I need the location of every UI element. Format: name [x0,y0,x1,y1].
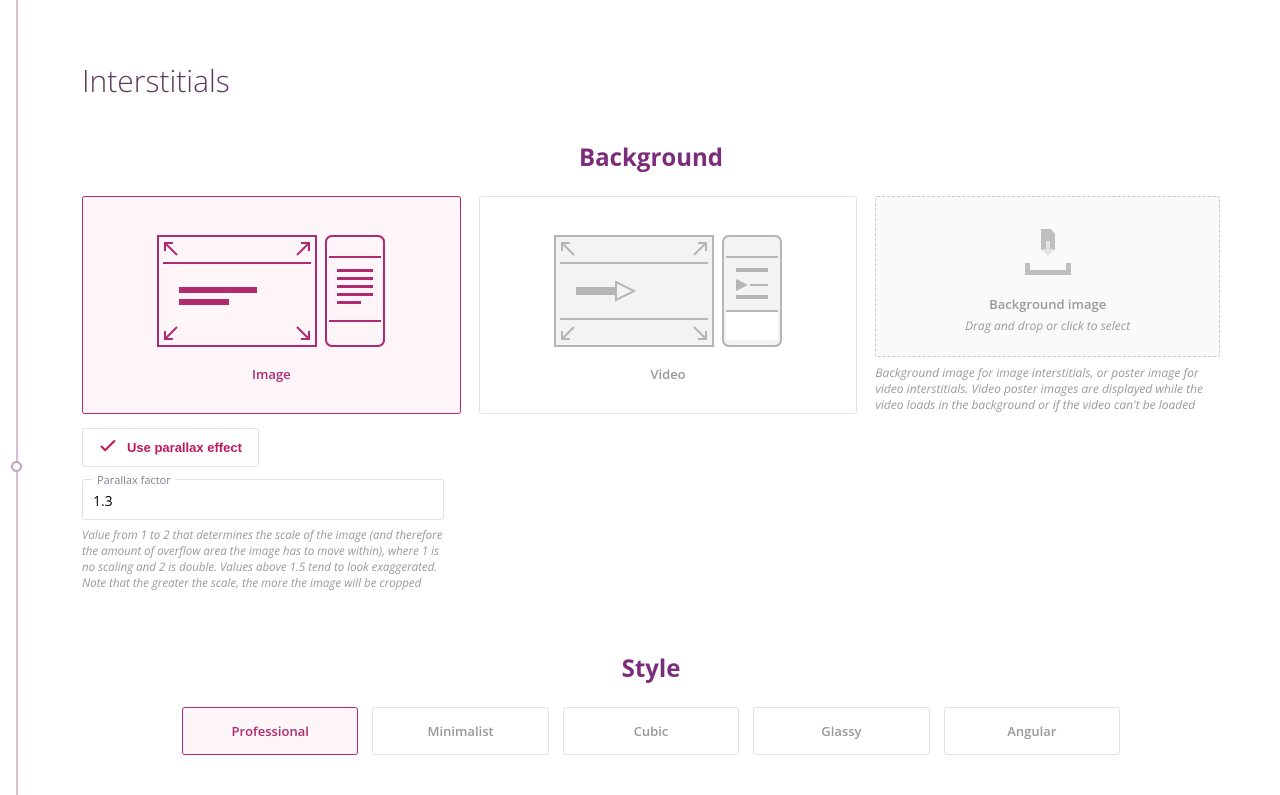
page-title: Interstitials [82,60,1220,101]
background-option-video[interactable]: Video [479,196,858,414]
check-icon [99,439,117,456]
background-option-video-label: Video [496,365,841,383]
parallax-help-text: Value from 1 to 2 that determines the sc… [82,528,444,592]
style-option-angular[interactable]: Angular [944,707,1120,755]
timeline-dot-icon [11,461,22,472]
style-option-cubic[interactable]: Cubic [563,707,739,755]
use-parallax-toggle[interactable]: Use parallax effect [82,428,259,467]
use-parallax-label: Use parallax effect [127,440,242,455]
background-image-upload[interactable]: Background image Drag and drop or click … [875,196,1220,357]
upload-icon [1021,225,1075,281]
video-preview-icon [496,235,841,347]
background-option-image-label: Image [99,365,444,383]
style-section: Style Professional Minimalist Cubic Glas… [82,652,1220,755]
upload-subtitle: Drag and drop or click to select [892,317,1203,334]
style-option-minimalist[interactable]: Minimalist [372,707,548,755]
style-heading: Style [82,652,1220,685]
parallax-controls: Use parallax effect Parallax factor Valu… [82,428,444,592]
timeline-rail [0,0,22,795]
upload-hint: Background image for image interstitials… [875,365,1220,414]
style-option-professional[interactable]: Professional [182,707,358,755]
main-content: Interstitials Background [22,0,1280,795]
background-heading: Background [82,141,1220,174]
upload-column: Background image Drag and drop or click … [875,196,1220,414]
style-options-row: Professional Minimalist Cubic Glassy Ang… [82,707,1220,755]
parallax-factor-field: Parallax factor [82,479,444,520]
style-option-glassy[interactable]: Glassy [753,707,929,755]
background-option-image[interactable]: Image [82,196,461,414]
parallax-factor-label: Parallax factor [93,473,175,488]
upload-title: Background image [892,295,1203,313]
image-preview-icon [99,235,444,347]
background-options-row: Image [82,196,1220,414]
